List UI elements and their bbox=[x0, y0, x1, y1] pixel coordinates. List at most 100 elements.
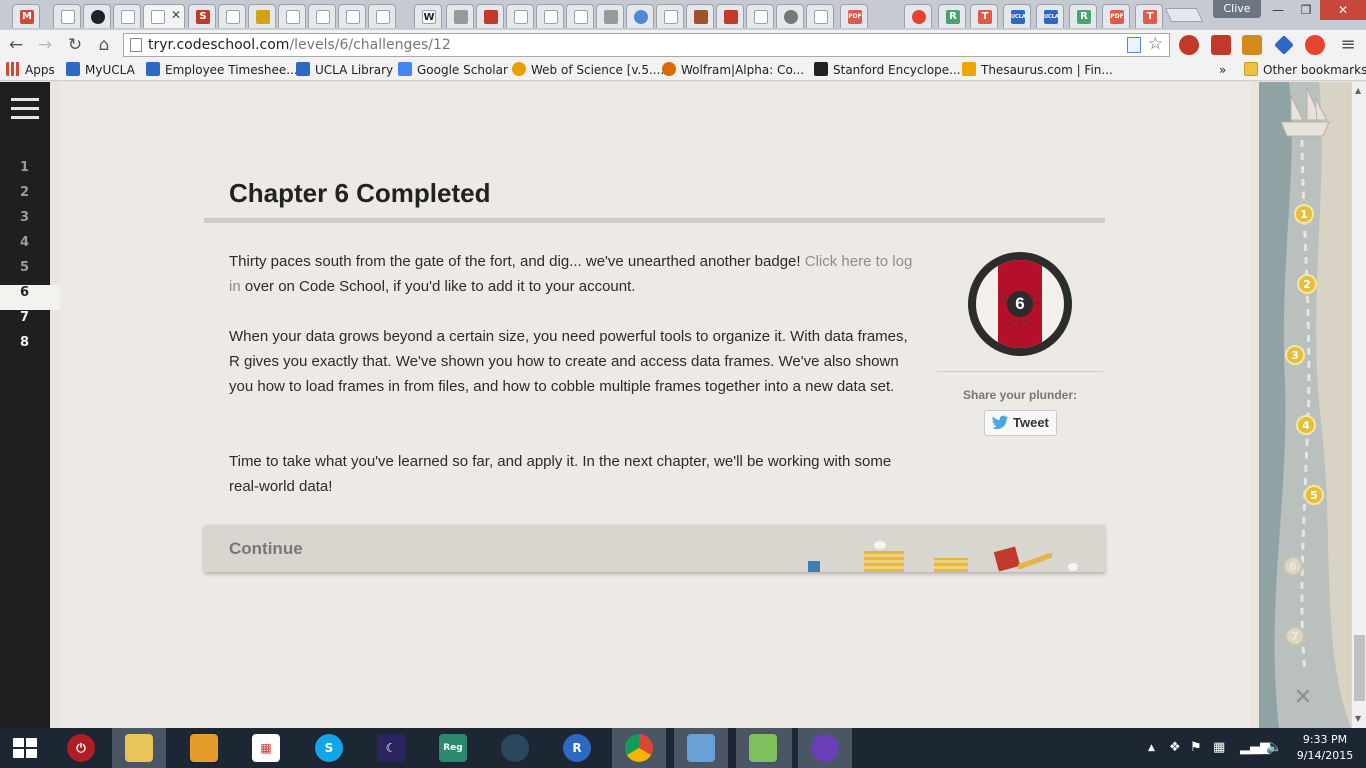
tab-page[interactable] bbox=[338, 4, 366, 28]
restore-button[interactable]: ❐ bbox=[1290, 0, 1322, 20]
system-clock[interactable]: 9:33 PM 9/14/2015 bbox=[1295, 732, 1355, 764]
chapter-link-7[interactable]: 7 bbox=[0, 310, 50, 335]
tab-ucla[interactable]: UCLA bbox=[1036, 4, 1064, 28]
tab-page[interactable] bbox=[368, 4, 396, 28]
taskbar-registax[interactable]: Reg bbox=[426, 728, 480, 768]
tweet-button[interactable]: Tweet bbox=[984, 410, 1057, 436]
volume-icon[interactable]: 🔈 bbox=[1266, 740, 1282, 755]
flag-icon[interactable]: ⚑ bbox=[1190, 740, 1202, 755]
forward-button[interactable]: → bbox=[33, 33, 57, 57]
taskbar-folder[interactable] bbox=[177, 728, 231, 768]
tab-active[interactable]: ✕ bbox=[143, 4, 185, 28]
tab-page[interactable] bbox=[506, 4, 534, 28]
page-scrollbar[interactable]: ▲ ▼ bbox=[1351, 82, 1366, 728]
tab-pdf[interactable] bbox=[686, 4, 714, 28]
chapter-link-3[interactable]: 3 bbox=[0, 210, 50, 235]
tab-page[interactable] bbox=[218, 4, 246, 28]
chapter-link-2[interactable]: 2 bbox=[0, 185, 50, 210]
tab-circle[interactable] bbox=[626, 4, 654, 28]
other-bookmarks[interactable]: Other bookmarks bbox=[1244, 62, 1366, 78]
address-bar[interactable]: tryr.codeschool.com/levels/6/challenges/… bbox=[123, 33, 1170, 57]
profile-button[interactable]: Clive bbox=[1213, 0, 1261, 18]
tab-t[interactable]: T bbox=[1135, 4, 1163, 28]
close-tab-icon[interactable]: ✕ bbox=[171, 8, 181, 22]
taskbar-stellarium[interactable]: ☾ bbox=[364, 728, 418, 768]
chapter-link-8[interactable]: 8 bbox=[0, 335, 50, 360]
close-window-button[interactable]: ✕ bbox=[1320, 0, 1366, 20]
dropbox-icon[interactable]: ❖ bbox=[1169, 740, 1181, 755]
taskbar-cat[interactable] bbox=[798, 728, 852, 768]
tab-link[interactable] bbox=[596, 4, 624, 28]
hamburger-menu-icon[interactable] bbox=[11, 98, 39, 120]
tab-page[interactable] bbox=[308, 4, 336, 28]
taskbar-power[interactable]: ⏻ bbox=[54, 728, 108, 768]
tab-page[interactable] bbox=[746, 4, 774, 28]
tab-r[interactable]: R bbox=[938, 4, 966, 28]
extension-icon[interactable] bbox=[1242, 35, 1262, 55]
tab-pdf[interactable]: PDF bbox=[1102, 4, 1130, 28]
tab-page[interactable] bbox=[113, 4, 141, 28]
taskbar-battery[interactable] bbox=[736, 728, 792, 768]
tab-bookmark[interactable] bbox=[248, 4, 276, 28]
tab-t[interactable]: T bbox=[970, 4, 998, 28]
menu-icon[interactable]: ≡ bbox=[1336, 33, 1360, 57]
tab-gmail[interactable]: M bbox=[12, 4, 40, 28]
tab-scribd[interactable]: S bbox=[188, 4, 216, 28]
page-action-icon[interactable] bbox=[1127, 37, 1141, 53]
back-button[interactable]: ← bbox=[4, 33, 28, 57]
start-button[interactable] bbox=[0, 728, 54, 768]
tab-page[interactable] bbox=[806, 4, 834, 28]
tab-pdf[interactable]: PDF bbox=[840, 4, 868, 28]
tab-gear[interactable] bbox=[776, 4, 804, 28]
bookmark-thesaurus[interactable]: Thesaurus.com | Fin... bbox=[962, 62, 1113, 78]
taskbar-steam[interactable] bbox=[488, 728, 542, 768]
bookmark-ext-icon[interactable] bbox=[1211, 35, 1231, 55]
scroll-down-icon[interactable]: ▼ bbox=[1355, 714, 1361, 723]
bookmark-google-scholar[interactable]: Google Scholar bbox=[398, 62, 508, 78]
tab-wikipedia[interactable]: W bbox=[414, 4, 442, 28]
taskbar-r[interactable]: R bbox=[550, 728, 604, 768]
windows-icon[interactable]: ▦ bbox=[1213, 740, 1225, 755]
bookmarks-overflow[interactable]: » bbox=[1219, 62, 1226, 78]
chapter-link-1[interactable]: 1 bbox=[0, 160, 50, 185]
bookmark-ucla-library[interactable]: UCLA Library bbox=[296, 62, 393, 78]
asterisk-icon[interactable] bbox=[1305, 35, 1325, 55]
tab-flag[interactable] bbox=[716, 4, 744, 28]
tab-page[interactable] bbox=[656, 4, 684, 28]
home-icon[interactable]: ⌂ bbox=[92, 33, 116, 57]
tab-github[interactable] bbox=[83, 4, 111, 28]
tab-link[interactable] bbox=[476, 4, 504, 28]
bookmark-timesheet[interactable]: Employee Timeshee... bbox=[146, 62, 298, 78]
extension-icon[interactable] bbox=[1274, 35, 1294, 55]
reload-button[interactable]: ↻ bbox=[63, 33, 87, 57]
taskbar-apps-grid[interactable]: ▦ bbox=[239, 728, 293, 768]
new-tab-button[interactable] bbox=[1164, 8, 1204, 22]
tab-page[interactable] bbox=[278, 4, 306, 28]
bookmark-web-of-science[interactable]: Web of Science [v.5.... bbox=[512, 62, 664, 78]
chapter-link-4[interactable]: 4 bbox=[0, 235, 50, 260]
adblock-icon[interactable] bbox=[1179, 35, 1199, 55]
chapter-link-6[interactable]: 6 bbox=[0, 285, 60, 310]
taskbar-control-panel[interactable] bbox=[674, 728, 728, 768]
bookmark-wolfram[interactable]: Wolfram|Alpha: Co... bbox=[662, 62, 804, 78]
scroll-up-icon[interactable]: ▲ bbox=[1355, 86, 1361, 95]
tab-page[interactable] bbox=[53, 4, 81, 28]
tab-ucla[interactable]: UCLA bbox=[1003, 4, 1031, 28]
taskbar-skype[interactable]: S bbox=[302, 728, 356, 768]
tab-r[interactable]: R bbox=[1069, 4, 1097, 28]
tab-link[interactable] bbox=[446, 4, 474, 28]
taskbar-chrome[interactable] bbox=[612, 728, 666, 768]
tab-page[interactable] bbox=[536, 4, 564, 28]
tray-overflow-icon[interactable]: ▲ bbox=[1148, 743, 1155, 753]
scroll-thumb[interactable] bbox=[1354, 635, 1365, 701]
bookmark-stanford[interactable]: Stanford Encyclope... bbox=[814, 62, 961, 78]
bookmark-myucla[interactable]: MyUCLA bbox=[66, 62, 135, 78]
bookmark-apps[interactable]: Apps bbox=[6, 62, 55, 78]
chapter-link-5[interactable]: 5 bbox=[0, 260, 50, 285]
page-info-icon[interactable] bbox=[130, 38, 142, 52]
continue-button[interactable]: Continue bbox=[204, 525, 1105, 572]
star-icon[interactable]: ☆ bbox=[1148, 34, 1163, 54]
tab-asterisk[interactable] bbox=[904, 4, 932, 28]
taskbar-file-explorer[interactable] bbox=[112, 728, 166, 768]
tab-page[interactable] bbox=[566, 4, 594, 28]
